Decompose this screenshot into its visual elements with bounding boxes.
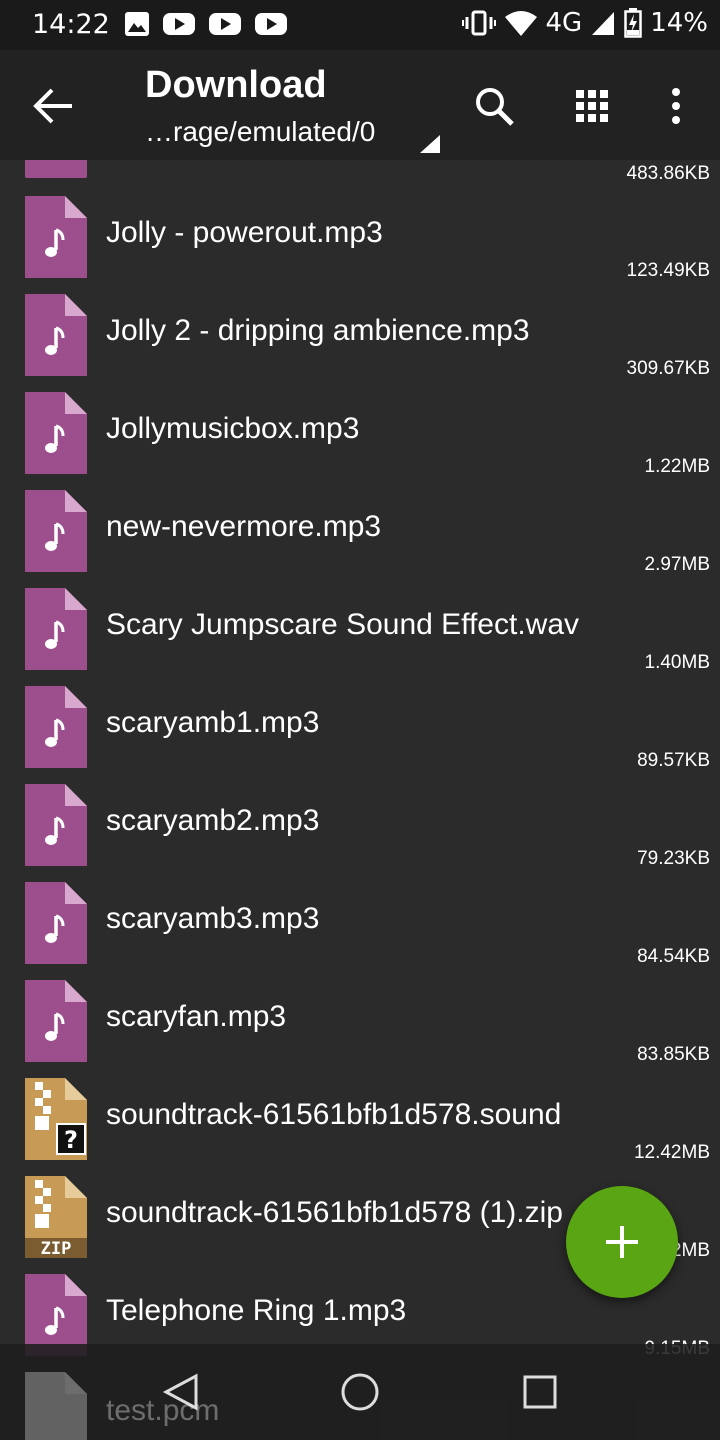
file-name: soundtrack-61561bfb1d578.sound [106,1098,562,1131]
list-item[interactable]: scaryfan.mp3 83.85KB [0,980,720,1078]
plus-icon [606,1226,638,1258]
file-name: scaryamb1.mp3 [106,706,320,739]
file-manager-screen: 14:22 4G 14% Download …rage/emulated/0 4… [0,0,720,1440]
youtube-icon [255,13,287,35]
back-arrow-icon[interactable] [22,78,78,134]
audio-file-icon [25,294,87,376]
list-item[interactable]: Jollymusicbox.mp3 1.22MB [0,392,720,490]
list-item[interactable]: ? soundtrack-61561bfb1d578.sound 12.42MB [0,1078,720,1176]
list-item[interactable]: scaryamb2.mp3 79.23KB [0,784,720,882]
file-name: Scary Jumpscare Sound Effect.wav [106,608,579,641]
nav-recents-icon[interactable] [518,1370,562,1414]
network-type: 4G [545,8,583,38]
file-name: Jolly - powerout.mp3 [106,216,383,249]
audio-file-icon [25,980,87,1062]
dropdown-triangle-icon[interactable] [418,134,442,154]
navigation-bar [0,1344,720,1440]
unknown-archive-file-icon: ? [25,1078,87,1160]
list-item[interactable]: scaryamb3.mp3 84.54KB [0,882,720,980]
file-name: scaryamb3.mp3 [106,902,320,935]
file-name: Telephone Ring 1.mp3 [106,1294,407,1327]
file-name: Jollymusicbox.mp3 [106,412,360,445]
list-item[interactable]: new-nevermore.mp3 2.97MB [0,490,720,588]
file-name: Jolly 2 - dripping ambience.mp3 [106,314,530,347]
audio-file-icon [25,588,87,670]
vibrate-icon [461,10,496,36]
file-size: 84.54KB [637,946,710,967]
more-options-icon[interactable] [650,80,702,132]
unknown-type-label: ? [64,1126,78,1154]
audio-file-icon [25,490,87,572]
list-item[interactable]: Jolly - powerout.mp3 123.49KB [0,196,720,294]
gallery-icon [125,12,149,36]
notification-icons [124,10,288,38]
youtube-icon [163,13,195,35]
file-size: 1.40MB [644,652,710,673]
battery-percent: 14% [650,8,708,38]
app-bar: Download …rage/emulated/0 [0,50,720,160]
signal-icon [592,12,615,35]
file-size: 483.86KB [626,163,710,184]
file-size: 123.49KB [626,260,710,281]
zip-file-icon: ZIP [25,1176,87,1258]
add-button[interactable] [566,1186,678,1298]
page-title: Download [145,64,327,106]
file-size: 89.57KB [637,750,710,771]
file-name: scaryamb2.mp3 [106,804,320,837]
status-time: 14:22 [32,9,110,40]
file-size: 79.23KB [637,848,710,869]
file-name: scaryfan.mp3 [106,1000,287,1033]
partial-file-icon [25,160,87,178]
zip-label: ZIP [41,1239,72,1258]
audio-file-icon [25,882,87,964]
nav-home-icon[interactable] [338,1370,382,1414]
file-size: 12.42MB [633,1142,710,1163]
search-icon[interactable] [468,80,520,132]
audio-file-icon [25,196,87,278]
nav-back-icon[interactable] [158,1370,202,1414]
status-indicators: 4G 14% [461,8,708,38]
wifi-icon [504,11,537,36]
list-item[interactable]: Scary Jumpscare Sound Effect.wav 1.40MB [0,588,720,686]
battery-charging-icon [624,8,642,38]
file-size: 1.22MB [644,456,710,477]
status-bar: 14:22 4G 14% [0,0,720,50]
file-name: new-nevermore.mp3 [106,510,382,543]
youtube-icon [209,13,241,35]
audio-file-icon [25,392,87,474]
list-item[interactable]: Jolly 2 - dripping ambience.mp3 309.67KB [0,294,720,392]
audio-file-icon [25,784,87,866]
audio-file-icon [25,686,87,768]
file-size: 2.97MB [644,554,710,575]
file-size: 83.85KB [637,1044,710,1065]
file-name: soundtrack-61561bfb1d578 (1).zip [106,1196,563,1229]
current-path[interactable]: …rage/emulated/0 [145,116,375,148]
list-item[interactable]: scaryamb1.mp3 89.57KB [0,686,720,784]
grid-view-icon[interactable] [566,80,618,132]
file-size: 309.67KB [626,358,710,379]
